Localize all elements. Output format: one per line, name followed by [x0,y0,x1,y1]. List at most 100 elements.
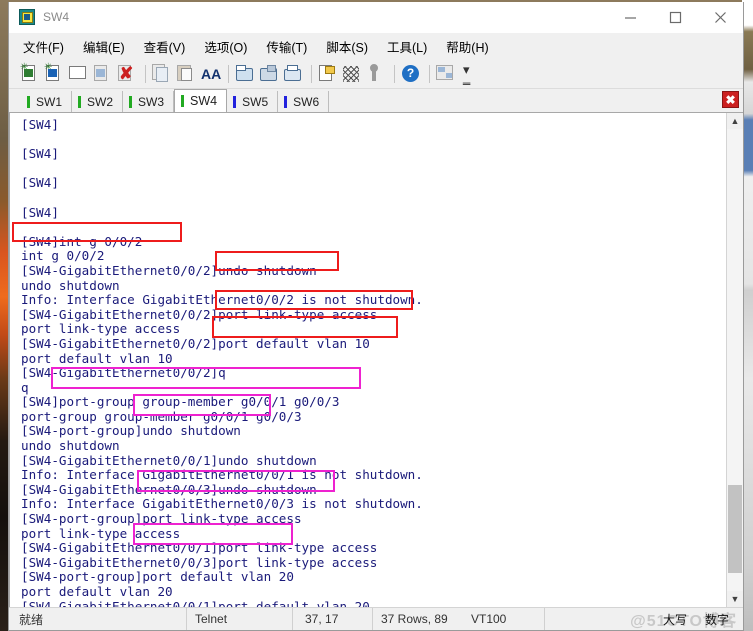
tab-status-dot [129,95,133,108]
print-icon[interactable] [282,63,304,85]
terminal-line: Info: Interface GigabitEthernet0/0/3 is … [21,496,423,512]
status-num-lock: 数字 [704,612,729,627]
minimize-button[interactable] [608,2,653,32]
terminal-line: [SW4-GigabitEthernet0/0/3]port link-type… [21,554,378,570]
close-icon: ✖ [725,92,736,107]
terminal-line: int g 0/0/2 [21,248,105,264]
menu-options[interactable]: 选项(O) [204,37,247,56]
disconnect-icon[interactable]: ✘ [116,63,138,85]
terminal-line: [SW4] [21,204,59,220]
session-options-icon[interactable] [317,63,339,85]
tab-status-dot [284,95,288,108]
terminal-scrollbar[interactable]: ▲ ▼ [726,113,743,607]
find-icon[interactable]: AA [199,63,221,85]
tab-label: SW4 [190,94,218,108]
status-emulation: VT100 [469,608,545,630]
status-ready: 就绪 [9,608,187,630]
terminal-line: [SW4-GigabitEthernet0/0/1]port default v… [21,598,370,607]
toolbar: ✳ ✳ ✘ AA ? ▾ ‗ [9,59,743,89]
tab-status-dot [233,95,237,108]
menu-transfer[interactable]: 传输(T) [266,37,307,56]
tab-sw6[interactable]: SW6 [278,91,330,112]
terminal-line: Info: Interface GigabitEthernet0/0/1 is … [21,467,423,483]
close-button[interactable] [698,2,743,32]
help-icon[interactable]: ? [400,63,422,85]
key-icon[interactable] [365,63,387,85]
terminal-line: [SW4-GigabitEthernet0/0/3]undo shutdown [21,481,317,497]
window-title: SW4 [43,10,70,24]
menu-script[interactable]: 脚本(S) [326,37,368,56]
print-screen-icon[interactable] [234,63,256,85]
log-session-icon[interactable] [258,63,280,85]
terminal-line: undo shutdown [21,277,120,293]
toolbar-separator [394,64,395,83]
tab-status-dot [78,95,82,108]
terminal-line: port-group group-member g0/0/1 g0/0/3 [21,408,302,424]
session-tab-bar: SW1 SW2 SW3 SW4 SW5 SW6 ✖ [9,89,743,113]
tab-sw3[interactable]: SW3 [123,91,175,112]
terminal-line: undo shutdown [21,438,120,454]
terminal-line: Info: Interface GigabitEthernet0/0/2 is … [21,292,423,308]
securecrt-window: SW4 文件(F) 编辑(E) 查看(V) 选项(O) 传输(T) 脚本(S) … [8,2,744,631]
menu-bar: 文件(F) 编辑(E) 查看(V) 选项(O) 传输(T) 脚本(S) 工具(L… [9,33,743,59]
title-bar: SW4 [9,2,743,33]
arrange-icon[interactable] [435,63,457,85]
status-cursor-position: 37, 17 [293,608,373,630]
scroll-up-button[interactable]: ▲ [727,113,743,129]
toolbar-separator [311,64,312,83]
tab-label: SW2 [87,94,114,109]
tab-label: SW3 [138,94,165,109]
hide-keyword-icon[interactable] [341,63,363,85]
status-rows-cols: 37 Rows, 89 [381,612,448,626]
tab-label: SW6 [293,94,320,109]
terminal-line: [SW4] [21,117,59,132]
terminal-line: [SW4-port-group]undo shutdown [21,423,241,439]
terminal-line: [SW4] [21,146,59,162]
paste-icon[interactable] [175,63,197,85]
menu-view[interactable]: 查看(V) [144,37,186,56]
menu-edit[interactable]: 编辑(E) [83,37,125,56]
terminal-output[interactable]: [SW4] [SW4] [SW4] [SW4] [SW4]int g 0/0/2 int … [9,113,726,607]
tab-sw5[interactable]: SW5 [227,91,279,112]
tab-status-dot [27,95,30,108]
terminal-area: [SW4] [SW4] [SW4] [SW4] [SW4]int g 0/0/2 int … [9,113,743,607]
maximize-button[interactable] [653,2,698,32]
terminal-line: [SW4-GigabitEthernet0/0/2]port default v… [21,335,370,351]
tab-sw4[interactable]: SW4 [174,89,228,112]
terminal-line: [SW4-port-group]port default vlan 20 [21,569,294,585]
copy-icon[interactable] [151,63,173,85]
terminal-line: q [21,379,29,395]
scrollbar-thumb[interactable] [728,484,742,573]
clone-session-icon[interactable]: ✳ [44,62,66,85]
tab-sw1[interactable]: SW1 [21,91,73,112]
new-tab-icon[interactable] [68,63,90,85]
menu-help[interactable]: 帮助(H) [446,37,488,56]
terminal-line: [SW4-GigabitEthernet0/0/2]undo shutdown [21,262,317,278]
new-session-icon[interactable]: ✳ [20,62,42,85]
terminal-line: [SW4-port-group]port link-type access [21,511,302,527]
terminal-app-icon [19,9,35,25]
terminal-line: [SW4-GigabitEthernet0/0/2]port link-type… [21,306,378,322]
status-protocol: Telnet [187,608,293,630]
terminal-line: [SW4]int g 0/0/2 [21,233,143,249]
menu-file[interactable]: 文件(F) [23,37,64,56]
menu-tools[interactable]: 工具(L) [387,37,427,56]
tab-status-dot [181,95,185,107]
terminal-line: [SW4] [21,175,59,191]
terminal-line: port default vlan 20 [21,584,173,599]
toolbar-separator [429,64,430,83]
scroll-down-button[interactable]: ▼ [727,591,743,607]
terminal-line: port default vlan 10 [21,350,173,366]
tab-sw2[interactable]: SW2 [72,91,124,112]
terminal-line: [SW4-GigabitEthernet0/0/2]q [21,365,226,381]
close-tab-button[interactable]: ✖ [722,91,739,108]
connect-icon[interactable] [92,63,114,85]
toolbar-overflow-chevron[interactable]: ▾ ‗ [463,63,470,84]
tab-label: SW5 [242,94,269,109]
terminal-line: port link-type access [21,321,181,337]
scrollbar-track[interactable] [727,129,743,591]
